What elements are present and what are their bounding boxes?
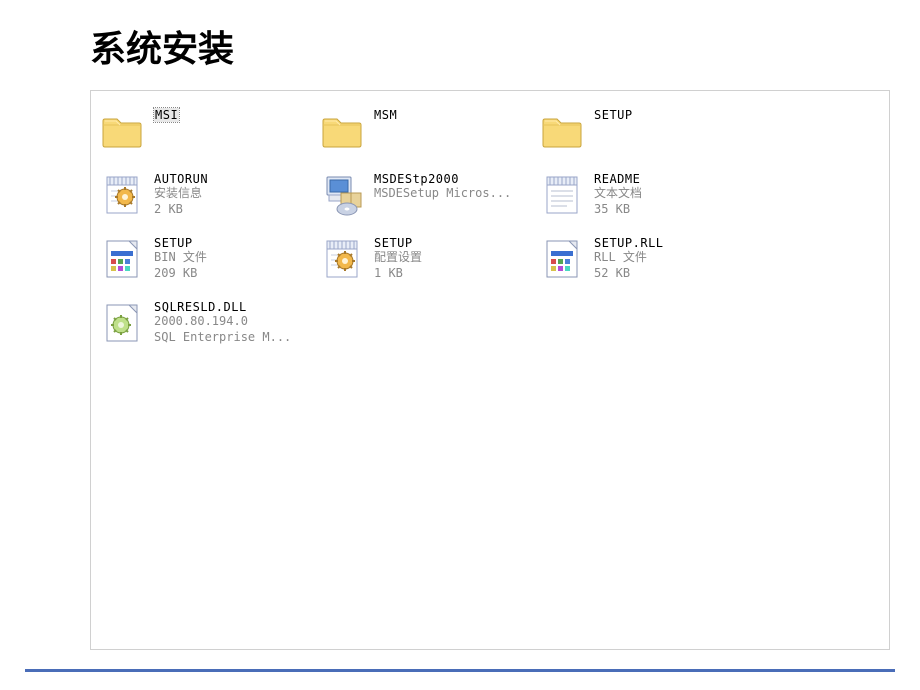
file-item-text: MSM — [374, 106, 397, 122]
file-item-name: SETUP — [154, 236, 207, 250]
page-title: 系统安装 — [0, 0, 920, 72]
file-item[interactable]: SETUPBIN 文件209 KB — [90, 230, 310, 294]
file-item-text: SETUP配置设置1 KB — [374, 234, 422, 281]
file-item-size: 35 KB — [594, 202, 642, 218]
folder-icon — [318, 106, 366, 154]
file-item-desc: 安装信息 — [154, 186, 208, 202]
dll-icon — [98, 298, 146, 346]
footer-rule — [25, 669, 895, 672]
file-item-size: 52 KB — [594, 266, 664, 282]
file-item-desc: 文本文档 — [594, 186, 642, 202]
file-item-size: 2 KB — [154, 202, 208, 218]
file-item-desc: 配置设置 — [374, 250, 422, 266]
config-icon — [318, 234, 366, 282]
file-item-name: AUTORUN — [154, 172, 208, 186]
file-item[interactable]: AUTORUN安装信息2 KB — [90, 166, 310, 230]
file-item-desc: BIN 文件 — [154, 250, 207, 266]
file-item[interactable]: MSI — [90, 102, 310, 166]
file-item-desc: MSDESetup Micros... — [374, 186, 511, 202]
file-item-text: README文本文档35 KB — [594, 170, 642, 217]
file-item-size: 209 KB — [154, 266, 207, 282]
file-item-size: 1 KB — [374, 266, 422, 282]
file-item-text: SETUP — [594, 106, 633, 122]
file-item-text: SETUPBIN 文件209 KB — [154, 234, 207, 281]
file-item-name: MSM — [374, 108, 397, 122]
file-item-name: README — [594, 172, 642, 186]
file-item-text: SQLRESLD.DLL2000.80.194.0SQL Enterprise … — [154, 298, 291, 345]
folder-icon — [538, 106, 586, 154]
file-item-name: SETUP — [374, 236, 422, 250]
file-item-size: SQL Enterprise M... — [154, 330, 291, 346]
file-item[interactable]: SETUP.RLLRLL 文件52 KB — [530, 230, 750, 294]
file-item[interactable]: README文本文档35 KB — [530, 166, 750, 230]
bin-icon — [538, 234, 586, 282]
file-item[interactable]: SQLRESLD.DLL2000.80.194.0SQL Enterprise … — [90, 294, 310, 358]
file-item-name: SQLRESLD.DLL — [154, 300, 291, 314]
file-item[interactable]: MSM — [310, 102, 530, 166]
file-item[interactable]: SETUP — [530, 102, 750, 166]
file-item[interactable]: MSDEStp2000MSDESetup Micros... — [310, 166, 530, 230]
file-explorer-pane: MSI MSM SETUP AUTORUN安装信息2 KB MSDEStp2000MSD… — [90, 90, 890, 650]
file-item-text: SETUP.RLLRLL 文件52 KB — [594, 234, 664, 281]
installer-icon — [318, 170, 366, 218]
file-item-desc: RLL 文件 — [594, 250, 664, 266]
items-grid: MSI MSM SETUP AUTORUN安装信息2 KB MSDEStp2000MSD… — [90, 102, 890, 358]
file-item-name: SETUP.RLL — [594, 236, 664, 250]
file-item-text: MSI — [154, 106, 179, 122]
file-item-name: MSI — [154, 108, 179, 122]
file-item-text: MSDEStp2000MSDESetup Micros... — [374, 170, 511, 202]
folder-icon — [98, 106, 146, 154]
file-item-name: SETUP — [594, 108, 633, 122]
file-item-text: AUTORUN安装信息2 KB — [154, 170, 208, 217]
text-icon — [538, 170, 586, 218]
config-icon — [98, 170, 146, 218]
file-item-desc: 2000.80.194.0 — [154, 314, 291, 330]
bin-icon — [98, 234, 146, 282]
file-item[interactable]: SETUP配置设置1 KB — [310, 230, 530, 294]
file-item-name: MSDEStp2000 — [374, 172, 511, 186]
